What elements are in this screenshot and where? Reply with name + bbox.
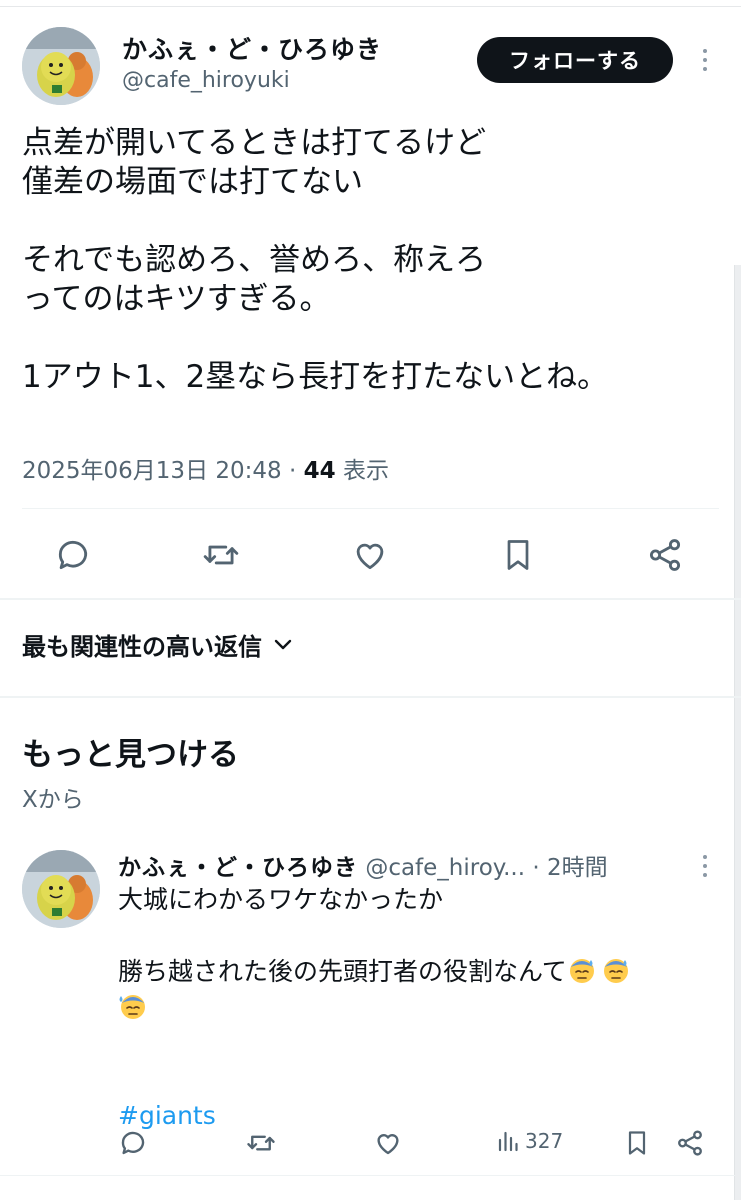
retweet-icon[interactable] (246, 1128, 276, 1158)
tweet-time[interactable]: 2時間 (547, 855, 608, 881)
top-divider (0, 6, 741, 7)
bookmark-icon[interactable] (500, 536, 536, 574)
tweet-line: それでも認めろ、誉めろ、称えろ (22, 242, 487, 278)
header-separator: · (532, 855, 540, 881)
tweet-meta: 2025年06月13日 20:48 · 44 表示 (22, 451, 389, 485)
section-divider (0, 696, 741, 698)
replies-sort-dropdown[interactable]: 最も関連性の高い返信 (22, 627, 292, 662)
more-options-icon[interactable] (701, 49, 709, 71)
follow-button[interactable]: フォローする (477, 37, 673, 83)
author-handle[interactable]: @cafe_hiroy... (365, 855, 525, 881)
like-icon[interactable] (373, 1128, 403, 1158)
tweet-line: 大城にわかるワケなかったか (118, 885, 444, 914)
avatar-image (22, 850, 100, 928)
tweet-header: かふぇ・ど・ひろゆき @cafe_hiroy... · 2時間 (118, 848, 608, 882)
author-name[interactable]: かふぇ・ど・ひろゆき (118, 855, 358, 881)
tweet-line: 1アウト1、2塁なら長打を打たないとね。 (22, 359, 609, 395)
avatar[interactable] (22, 27, 100, 105)
reply-icon[interactable] (118, 1128, 148, 1158)
views-count: 327 (525, 1129, 564, 1153)
tweet-line (22, 202, 722, 241)
views-label: 表示 (342, 458, 389, 484)
scrollbar[interactable] (734, 265, 741, 1200)
divider (0, 1175, 735, 1176)
sweat-face-emoji-icon (567, 955, 597, 985)
reply-icon[interactable] (54, 536, 92, 574)
views-count: 44 (303, 458, 336, 484)
tweet-line: ってのはキツすぎる。 (22, 281, 331, 317)
divider (22, 508, 719, 509)
like-icon[interactable] (351, 536, 389, 574)
tweet-text: 点差が開いてるときは打てるけど 僅差の場面では打てない それでも認めろ、誉めろ、… (22, 124, 722, 397)
tweet-line (22, 319, 722, 358)
views-button[interactable]: 327 (497, 1128, 563, 1154)
discover-title: もっと見つける (22, 737, 239, 773)
discover-subtitle: Xから (22, 787, 84, 813)
tweet-line-text: 勝ち越された後の先頭打者の役割なんて (118, 957, 567, 986)
section-divider (0, 598, 741, 600)
tweet-text: 大城にわかるワケなかったか 勝ち越された後の先頭打者の役割なんて #giants (118, 882, 718, 1134)
avatar-image (22, 27, 100, 105)
author-handle[interactable]: @cafe_hiroyuki (122, 68, 290, 93)
analytics-icon (498, 1131, 518, 1152)
sweat-face-emoji-icon (118, 991, 148, 1021)
bookmark-icon[interactable] (623, 1128, 651, 1158)
tweet-line: 勝ち越された後の先頭打者の役割なんて (118, 954, 718, 990)
share-icon[interactable] (675, 1128, 705, 1158)
replies-sort-label: 最も関連性の高い返信 (22, 633, 262, 661)
chevron-down-icon (274, 639, 292, 649)
share-icon[interactable] (646, 536, 684, 574)
meta-separator: · (288, 458, 297, 484)
avatar[interactable] (22, 850, 100, 928)
timestamp[interactable]: 2025年06月13日 20:48 (22, 458, 282, 484)
more-options-icon[interactable] (701, 855, 709, 877)
retweet-icon[interactable] (201, 536, 241, 574)
tweet-line (118, 990, 718, 1026)
author-name[interactable]: かふぇ・ど・ひろゆき (122, 30, 382, 66)
sweat-face-emoji-icon (601, 955, 631, 985)
tweet-line: 点差が開いてるときは打てるけど (22, 125, 487, 161)
tweet-line: 僅差の場面では打てない (22, 164, 363, 200)
